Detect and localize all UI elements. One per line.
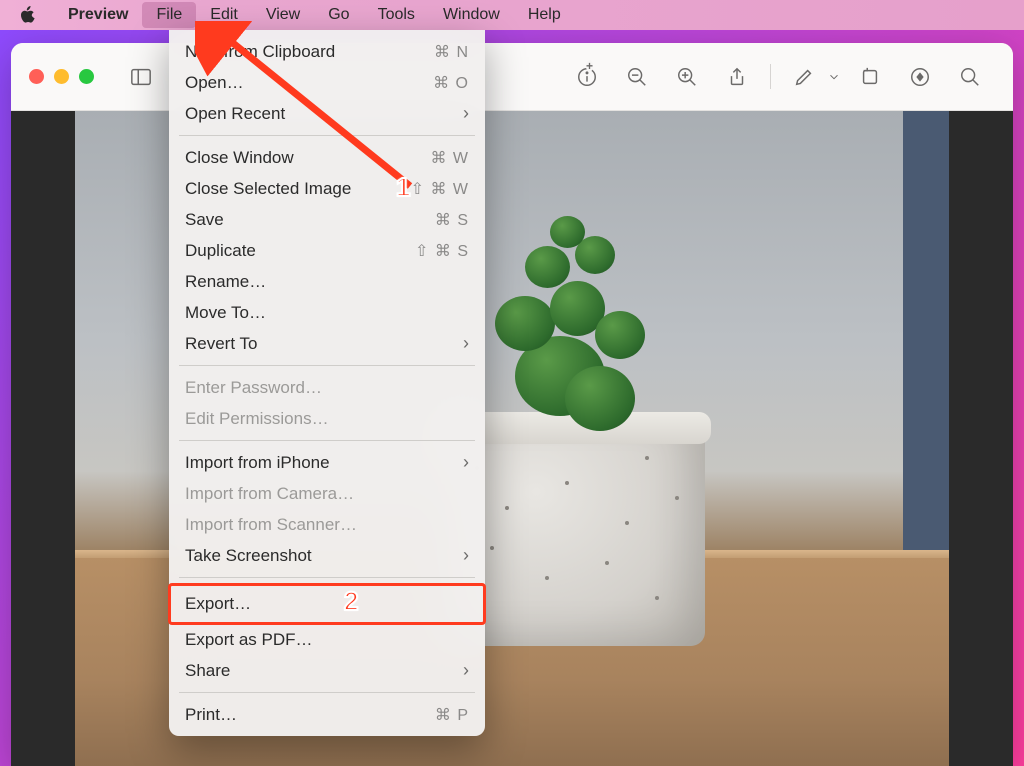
menu-item-label: New from Clipboard (185, 42, 434, 62)
close-window-button[interactable] (29, 69, 44, 84)
chevron-down-icon[interactable] (825, 62, 843, 92)
menu-separator (179, 135, 475, 136)
menu-item-close-window[interactable]: Close Window⌘ W (169, 142, 485, 173)
menu-item-move-to[interactable]: Move To… (169, 297, 485, 328)
menu-separator (179, 577, 475, 578)
window-controls (29, 69, 94, 84)
menubar-item-go[interactable]: Go (314, 2, 363, 28)
menu-shortcut: ⌘ W (430, 148, 469, 168)
menubar-app-name[interactable]: Preview (54, 2, 142, 28)
menu-item-label: Edit Permissions… (185, 409, 469, 429)
image-viewport (11, 111, 1013, 766)
menu-item-label: Close Selected Image (185, 179, 411, 199)
menu-item-label: Rename… (185, 272, 469, 292)
menu-item-enter-password: Enter Password… (169, 372, 485, 403)
markup-icon[interactable] (789, 62, 819, 92)
menu-item-label: Move To… (185, 303, 469, 323)
menu-item-import-from-iphone[interactable]: Import from iPhone› (169, 447, 485, 478)
menu-item-label: Share (185, 661, 457, 681)
menu-shortcut: ⌘ N (434, 42, 469, 62)
menu-item-new-from-clipboard[interactable]: New from Clipboard⌘ N (169, 36, 485, 67)
sidebar-icon[interactable] (126, 62, 156, 92)
menu-item-save[interactable]: Save⌘ S (169, 204, 485, 235)
toolbar-divider (770, 64, 771, 89)
rotate-icon[interactable] (855, 62, 885, 92)
preview-window: + (11, 43, 1013, 766)
menubar-item-file[interactable]: File (142, 2, 196, 28)
menu-item-label: Take Screenshot (185, 546, 457, 566)
menu-item-label: Duplicate (185, 241, 415, 261)
menu-item-label: Print… (185, 705, 435, 725)
menubar-item-tools[interactable]: Tools (364, 2, 429, 28)
menu-separator (179, 365, 475, 366)
menu-item-duplicate[interactable]: Duplicate⇧ ⌘ S (169, 235, 485, 266)
chevron-right-icon: › (457, 103, 469, 124)
menubar-item-help[interactable]: Help (514, 2, 575, 28)
menu-item-label: Export… (185, 594, 469, 614)
menu-item-share[interactable]: Share› (169, 655, 485, 686)
menu-item-label: Close Window (185, 148, 430, 168)
minimize-window-button[interactable] (54, 69, 69, 84)
menu-shortcut: ⇧ ⌘ S (415, 241, 469, 261)
menu-item-label: Import from Camera… (185, 484, 469, 504)
search-icon[interactable] (955, 62, 985, 92)
menu-item-label: Save (185, 210, 435, 230)
menu-item-open-recent[interactable]: Open Recent› (169, 98, 485, 129)
share-icon[interactable] (722, 62, 752, 92)
info-icon[interactable]: + (572, 62, 602, 92)
menu-shortcut: ⇧ ⌘ W (411, 179, 469, 199)
menubar-item-view[interactable]: View (252, 2, 314, 28)
menu-item-revert-to[interactable]: Revert To› (169, 328, 485, 359)
menu-shortcut: ⌘ S (435, 210, 469, 230)
zoom-in-icon[interactable] (672, 62, 702, 92)
menu-shortcut: ⌘ P (435, 705, 469, 725)
chevron-right-icon: › (457, 333, 469, 354)
menu-item-label: Enter Password… (185, 378, 469, 398)
menu-item-close-selected-image[interactable]: Close Selected Image⇧ ⌘ W (169, 173, 485, 204)
menu-separator (179, 440, 475, 441)
titlebar: + (11, 43, 1013, 111)
menu-item-label: Open Recent (185, 104, 457, 124)
menu-item-import-from-camera: Import from Camera… (169, 478, 485, 509)
menu-item-rename[interactable]: Rename… (169, 266, 485, 297)
highlight-icon[interactable] (905, 62, 935, 92)
menu-shortcut: ⌘ O (433, 73, 469, 93)
chevron-right-icon: › (457, 452, 469, 473)
menu-item-export[interactable]: Export… (169, 584, 485, 624)
chevron-right-icon: › (457, 545, 469, 566)
apple-logo-icon (18, 6, 36, 24)
menu-item-label: Open… (185, 73, 433, 93)
zoom-out-icon[interactable] (622, 62, 652, 92)
menu-item-take-screenshot[interactable]: Take Screenshot› (169, 540, 485, 571)
menu-separator (179, 692, 475, 693)
menubar: Preview File Edit View Go Tools Window H… (0, 0, 1024, 30)
annotation-step-1: 1 (396, 172, 410, 203)
chevron-right-icon: › (457, 660, 469, 681)
menu-item-print[interactable]: Print…⌘ P (169, 699, 485, 730)
menu-item-edit-permissions: Edit Permissions… (169, 403, 485, 434)
annotation-step-2: 2 (344, 586, 358, 617)
menu-item-open[interactable]: Open…⌘ O (169, 67, 485, 98)
menubar-item-window[interactable]: Window (429, 2, 514, 28)
menubar-item-edit[interactable]: Edit (196, 2, 252, 28)
menu-item-label: Export as PDF… (185, 630, 469, 650)
file-menu-dropdown: New from Clipboard⌘ NOpen…⌘ OOpen Recent… (169, 30, 485, 736)
menu-item-label: Revert To (185, 334, 457, 354)
menu-item-import-from-scanner: Import from Scanner… (169, 509, 485, 540)
menu-item-label: Import from Scanner… (185, 515, 469, 535)
fullscreen-window-button[interactable] (79, 69, 94, 84)
menu-item-label: Import from iPhone (185, 453, 457, 473)
menu-item-export-as-pdf[interactable]: Export as PDF… (169, 624, 485, 655)
